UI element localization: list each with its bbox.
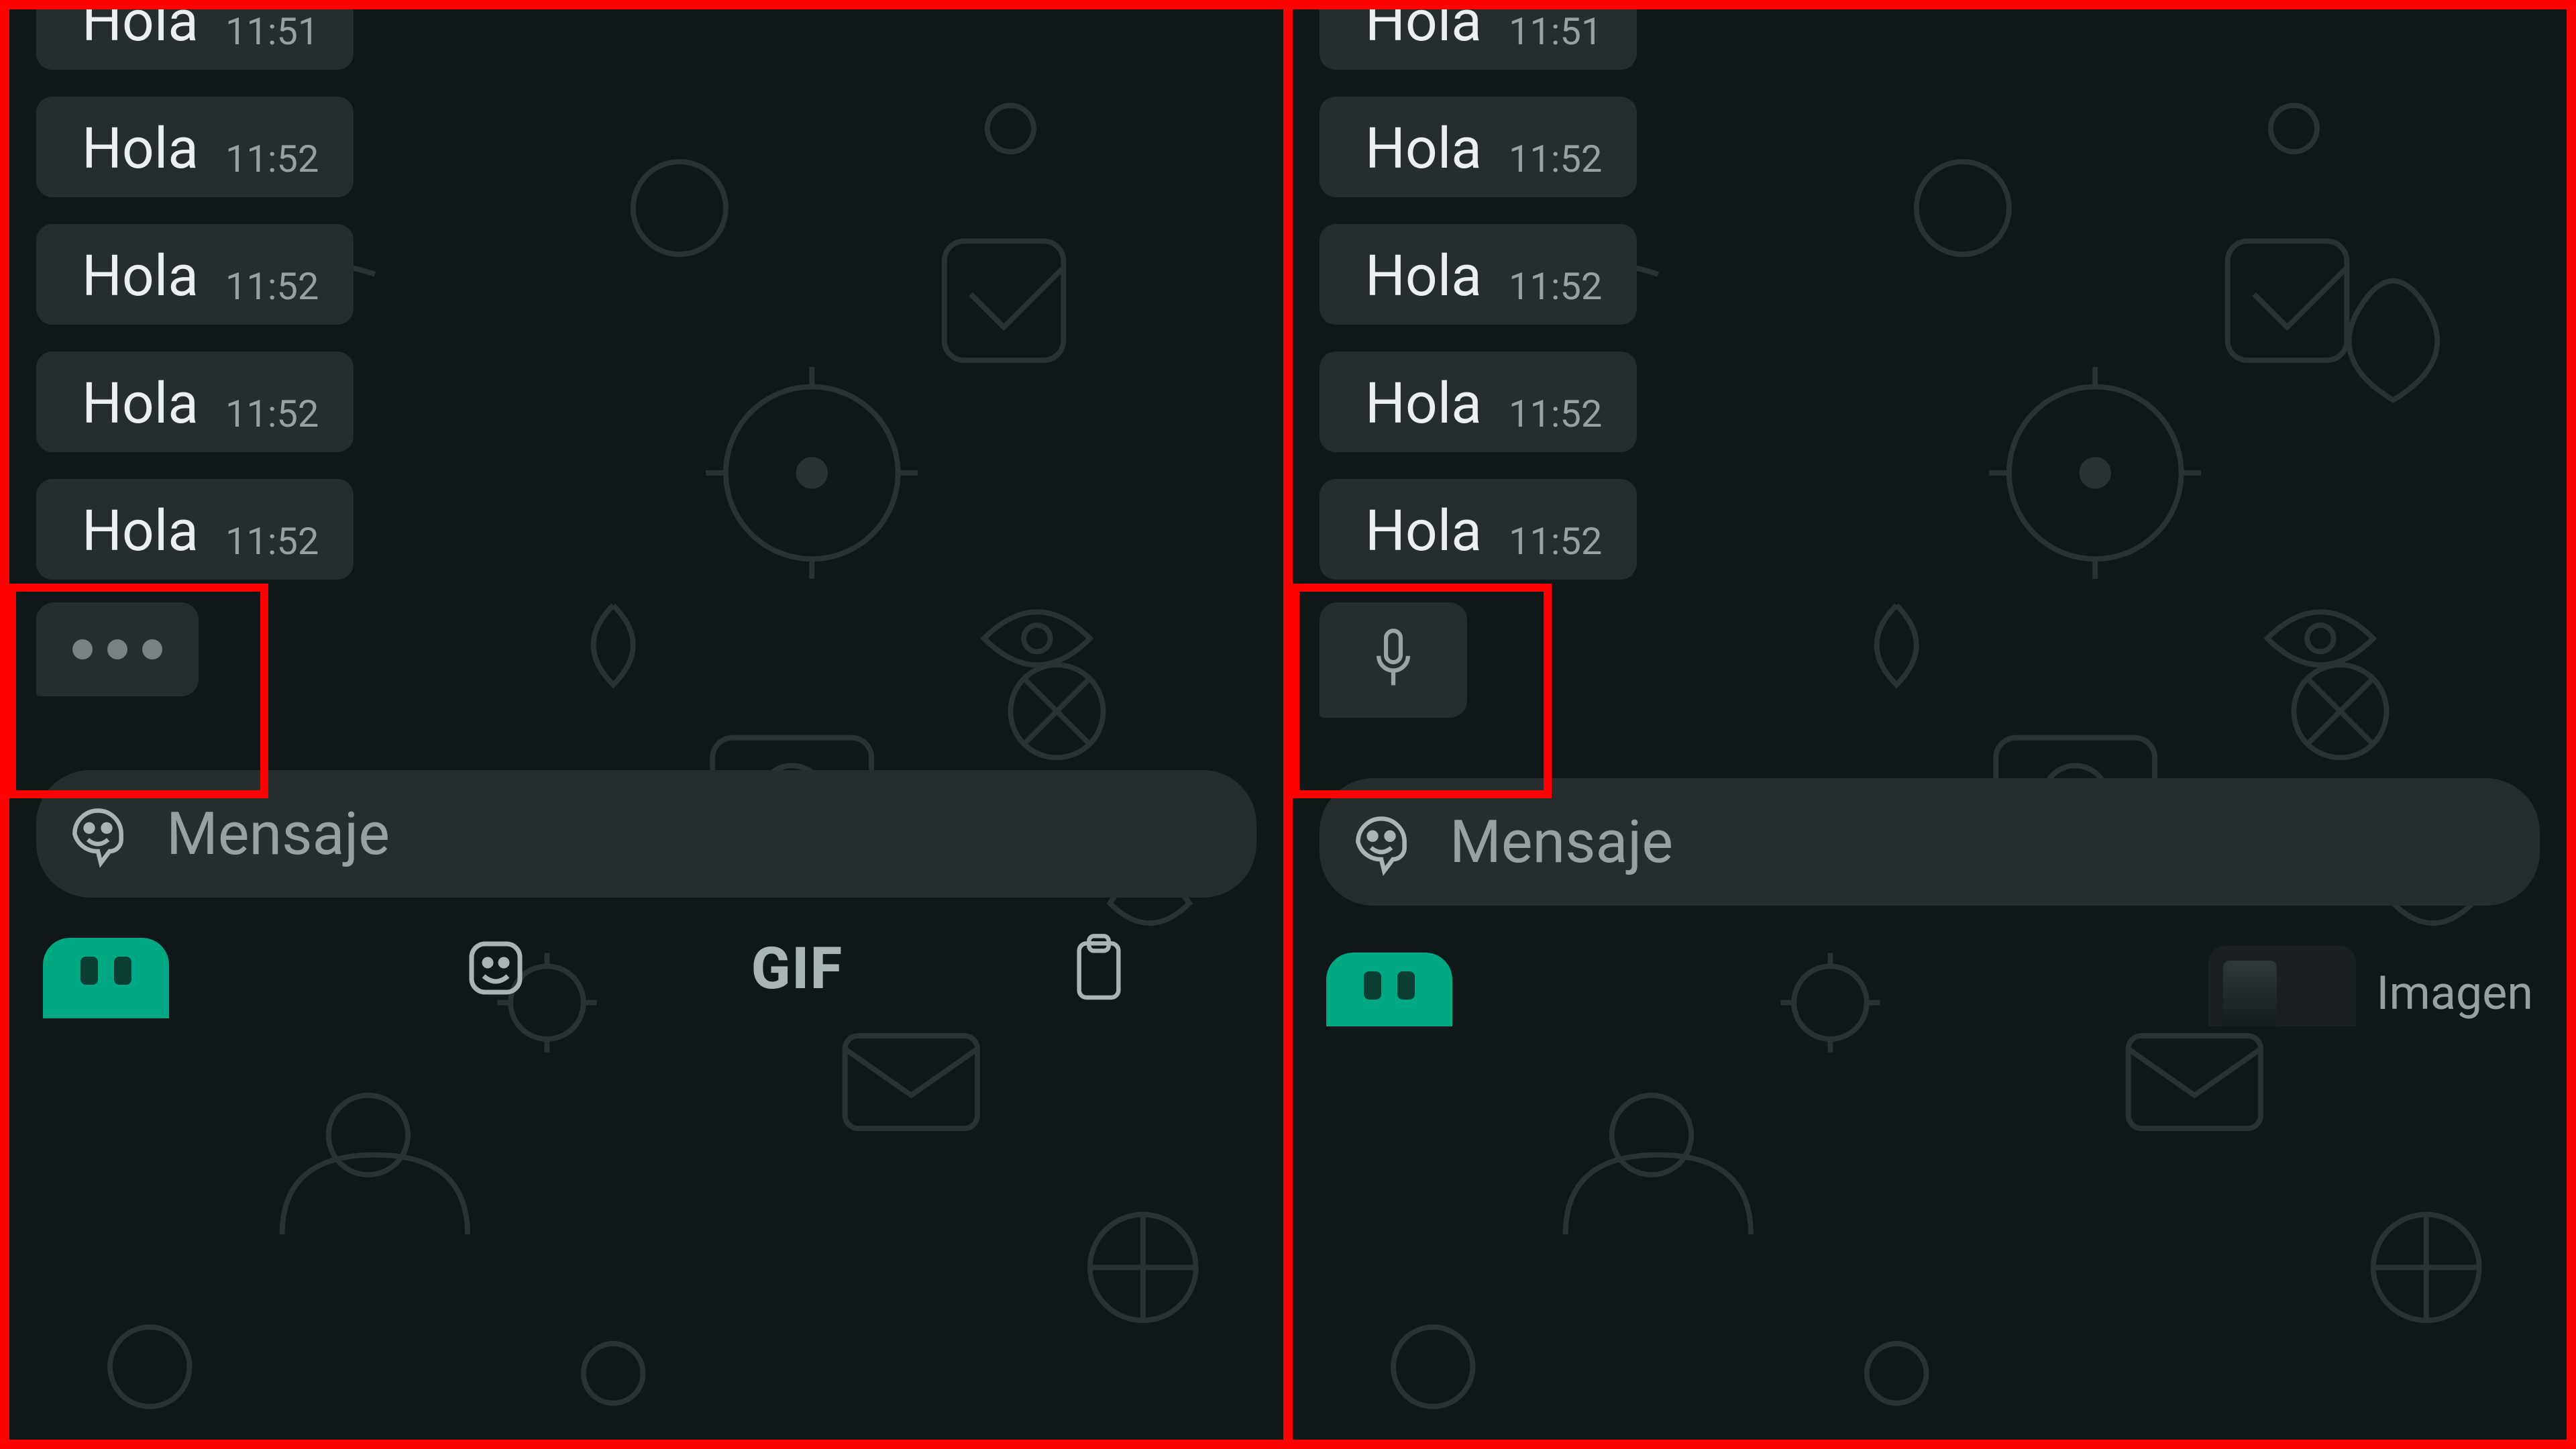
message-text: Hola [1365,503,1482,559]
message-text: Hola [1365,376,1482,432]
incoming-bubble[interactable]: Hola 11:52 [36,479,354,580]
typing-indicator-bubble [36,602,199,696]
voice-recording-indicator-bubble [1320,602,1467,718]
message-time: 11:52 [1509,523,1602,560]
message-item[interactable]: Hola 11:52 [36,224,1256,325]
message-list[interactable]: Hola 11:51 Hola 11:52 Hola 11:52 [1320,9,2540,580]
keyboard-top-row: Imagen [1293,926,2567,1026]
microphone-icon [1368,627,1419,694]
message-text: Hola [82,248,199,305]
message-time: 11:51 [225,13,319,50]
incoming-bubble[interactable]: Hola 11:52 [1320,97,1637,197]
chat-panel-right: Hola 11:51 Hola 11:52 Hola 11:52 [1293,9,2567,1440]
message-input-placeholder[interactable]: Mensaje [1450,808,1673,877]
message-item[interactable]: Hola 11:52 [1320,224,2540,325]
message-input-bar[interactable]: Mensaje [1320,778,2540,906]
incoming-bubble[interactable]: Hola 11:52 [36,97,354,197]
typing-indicator-wrap [36,602,1256,696]
incoming-bubble[interactable]: Hola 11:51 [36,9,354,70]
message-item[interactable]: Hola 11:52 [36,479,1256,580]
keyboard-suggestion-thumbnail[interactable] [2208,946,2356,1026]
gif-keyboard-icon[interactable]: GIF [751,934,843,1002]
typing-dots-icon [72,639,162,659]
keyboard-tab-active[interactable] [1326,953,1452,1026]
emoji-keyboard-icon[interactable] [464,936,528,1000]
voice-recording-indicator-wrap [1320,602,2540,718]
message-time: 11:52 [225,395,319,433]
message-time: 11:52 [225,268,319,305]
incoming-bubble[interactable]: Hola 11:52 [1320,352,1637,452]
incoming-bubble[interactable]: Hola 11:51 [1320,9,1637,70]
message-input-bar[interactable]: Mensaje [36,770,1256,898]
message-time: 11:52 [1509,268,1602,305]
message-text: Hola [1365,248,1482,305]
incoming-bubble[interactable]: Hola 11:52 [36,352,354,452]
message-list[interactable]: Hola 11:51 Hola 11:52 Hola 11:52 [36,9,1256,580]
message-time: 11:52 [1509,140,1602,178]
message-item[interactable]: Hola 11:52 [1320,352,2540,452]
message-time: 11:52 [225,523,319,560]
keyboard-tab-active[interactable] [43,938,169,1018]
message-text: Hola [1365,9,1482,50]
message-item[interactable]: Hola 11:52 [1320,479,2540,580]
message-time: 11:51 [1509,13,1602,50]
message-item[interactable]: Hola 11:51 [1320,9,2540,70]
message-time: 11:52 [1509,395,1602,433]
message-text: Hola [82,503,199,559]
keyboard-top-row: GIF [9,918,1283,1018]
comparison-frame: Hola 11:51 Hola 11:52 Hola 11:52 [0,0,2576,1449]
message-item[interactable]: Hola 11:52 [1320,97,2540,197]
sticker-emoji-icon[interactable] [63,799,133,869]
message-text: Hola [82,121,199,177]
message-item[interactable]: Hola 11:52 [36,97,1256,197]
keyboard-suggestion-caption[interactable]: Imagen [2376,966,2533,1021]
chat-panel-left: Hola 11:51 Hola 11:52 Hola 11:52 [9,9,1283,1440]
message-item[interactable]: Hola 11:51 [36,9,1256,70]
incoming-bubble[interactable]: Hola 11:52 [36,224,354,325]
message-text: Hola [82,9,199,50]
clipboard-keyboard-icon[interactable] [1069,931,1129,1005]
message-input-placeholder[interactable]: Mensaje [166,800,390,869]
message-item[interactable]: Hola 11:52 [36,352,1256,452]
incoming-bubble[interactable]: Hola 11:52 [1320,224,1637,325]
message-time: 11:52 [225,140,319,178]
message-text: Hola [82,376,199,432]
incoming-bubble[interactable]: Hola 11:52 [1320,479,1637,580]
sticker-emoji-icon[interactable] [1346,807,1416,877]
message-text: Hola [1365,121,1482,177]
